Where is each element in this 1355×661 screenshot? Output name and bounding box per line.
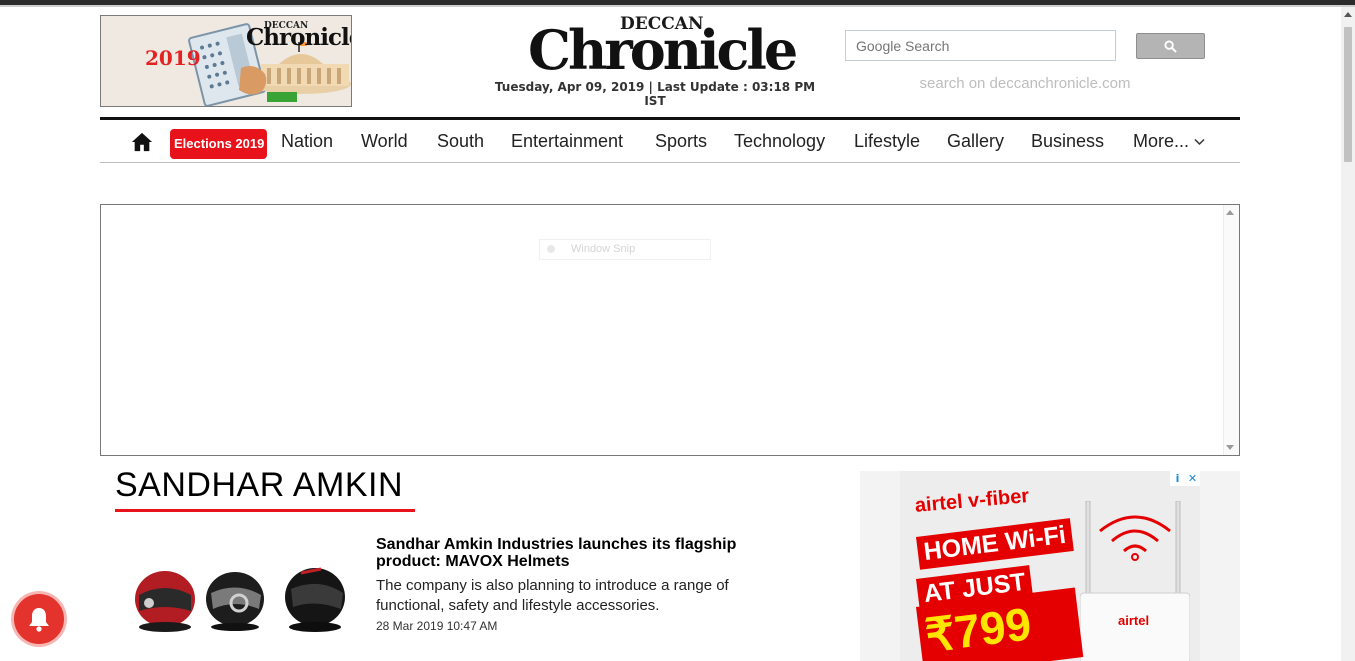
article-thumbnail[interactable] xyxy=(115,537,360,642)
snip-label: Window Snip xyxy=(571,243,636,255)
router-brand-text: airtel xyxy=(1118,613,1149,628)
nav-elections-2019[interactable]: Elections 2019 xyxy=(170,129,267,159)
ad-close-icon[interactable]: ✕ xyxy=(1185,471,1200,486)
nav-item-lifestyle[interactable]: Lifestyle xyxy=(854,131,920,152)
airtel-ad-headline-1: HOME Wi-Fi xyxy=(916,518,1074,570)
browser-top-shadow xyxy=(0,5,1355,7)
dateline: Tuesday, Apr 09, 2019 | Last Update : 03… xyxy=(494,80,816,108)
router-image: airtel xyxy=(1080,501,1190,661)
section-title-underline xyxy=(115,509,415,512)
window-snip-overlay: Window Snip xyxy=(539,239,711,260)
page-scrollbar[interactable] xyxy=(1341,7,1355,661)
helmets-image xyxy=(135,567,345,632)
main-nav: Elections 2019 Nation World South Entert… xyxy=(100,117,1240,163)
article-summary: The company is also planning to introduc… xyxy=(376,577,729,614)
site-logo-chronicle: Chronicle xyxy=(528,18,798,82)
nav-item-world[interactable]: World xyxy=(361,131,408,152)
nav-more-label: More... xyxy=(1133,131,1190,151)
chevron-down-icon xyxy=(1194,138,1205,145)
search-button[interactable] xyxy=(1136,33,1205,59)
article-date: 28 Mar 2019 10:47 AM xyxy=(376,619,498,633)
site-logo[interactable]: DECCAN Chronicle xyxy=(525,12,798,80)
section-title: SANDHAR AMKIN xyxy=(115,466,403,504)
nav-item-business[interactable]: Business xyxy=(1031,131,1104,152)
nav-item-south[interactable]: South xyxy=(437,131,484,152)
airtel-ad-brand: airtel v-fiber xyxy=(914,485,1030,517)
nav-item-entertainment[interactable]: Entertainment xyxy=(511,131,623,152)
nav-item-sports[interactable]: Sports xyxy=(655,131,707,152)
ad-info-icon[interactable]: i xyxy=(1170,471,1185,486)
bell-icon xyxy=(29,608,49,632)
elections-2019-banner[interactable]: 2019 DECCAN Chronicle xyxy=(100,15,352,107)
page-scroll-thumb[interactable] xyxy=(1344,27,1352,162)
nav-item-nation[interactable]: Nation xyxy=(281,131,333,152)
ad-frame[interactable]: Window Snip xyxy=(100,204,1240,456)
scroll-up-arrow-icon[interactable] xyxy=(1226,210,1234,215)
nav-item-technology[interactable]: Technology xyxy=(734,131,825,152)
search-input[interactable] xyxy=(846,31,1115,60)
election-logo-chronicle: Chronicle xyxy=(246,24,352,51)
nav-more[interactable]: More... xyxy=(1133,131,1205,152)
page-scroll-up-icon[interactable] xyxy=(1344,12,1352,17)
home-icon[interactable] xyxy=(131,131,153,153)
ad-choices: i ✕ xyxy=(1170,471,1200,486)
snip-icon xyxy=(547,245,555,253)
article-title[interactable]: Sandhar Amkin Industries launches its fl… xyxy=(376,536,776,570)
ad-frame-scrollbar[interactable] xyxy=(1223,205,1239,455)
search-field[interactable] xyxy=(845,30,1116,61)
notification-button[interactable] xyxy=(14,594,64,644)
election-year: 2019 xyxy=(145,46,201,70)
airtel-ad-banner[interactable]: airtel airtel v-fiber HOME Wi-Fi AT JUST… xyxy=(900,471,1200,661)
nav-item-gallery[interactable]: Gallery xyxy=(947,131,1004,152)
scroll-down-arrow-icon[interactable] xyxy=(1226,445,1234,450)
search-hint: search on deccanchronicle.com xyxy=(919,75,1131,92)
search-icon xyxy=(1164,39,1177,53)
